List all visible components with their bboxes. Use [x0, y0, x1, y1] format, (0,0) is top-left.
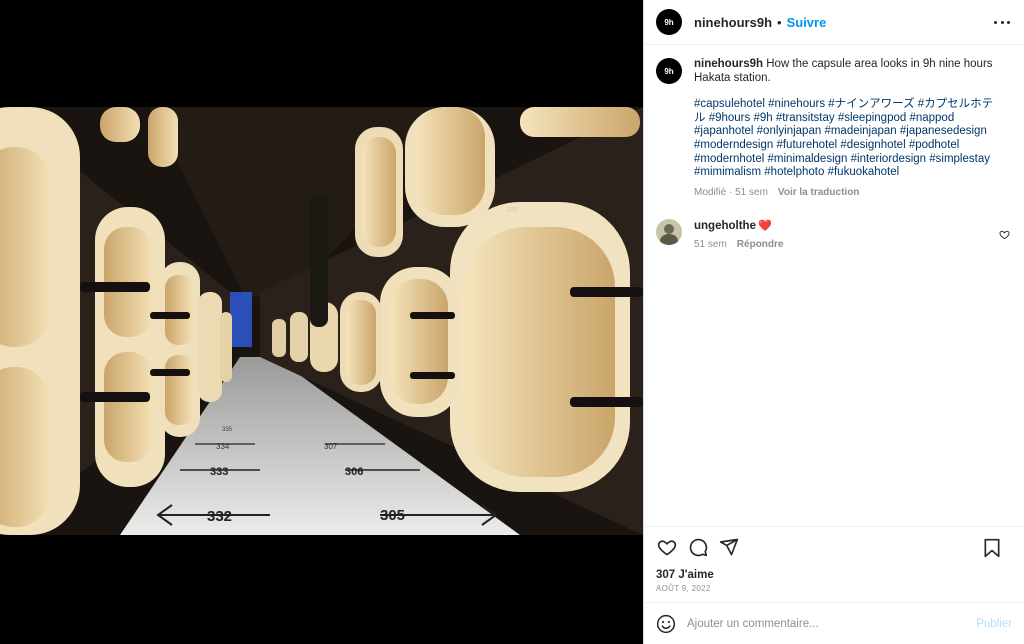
comments-section: 9h ninehours9h How the capsule area look…	[644, 46, 1024, 526]
instagram-post-modal: 332 305 333 306 334 307 335 305 9h nineh…	[0, 0, 1024, 644]
capsule-hotel-photo: 332 305 333 306 334 307 335 305	[0, 107, 643, 535]
caption-meta: Modifié · 51 sem Voir la traduction	[694, 186, 1004, 200]
caption-avatar[interactable]: 9h	[656, 58, 682, 84]
emoji-icon[interactable]	[656, 614, 676, 634]
comment-item: ungeholthe ❤️ 51 sem Répondre	[656, 219, 1012, 250]
floor-label-307: 307	[324, 442, 338, 451]
bookmark-icon[interactable]	[981, 537, 1003, 559]
wall-label-305: 305	[506, 207, 518, 214]
reply-button[interactable]: Répondre	[737, 239, 784, 250]
heart-icon[interactable]	[656, 536, 678, 558]
caption-body: ninehours9h How the capsule area looks i…	[694, 58, 1004, 199]
post-sidebar: 9h ninehours9h • Suivre 9h ninehours9h H…	[643, 0, 1024, 644]
translate-button[interactable]: Voir la traduction	[778, 186, 860, 200]
comment-time: 51 sem	[694, 239, 727, 251]
caption: 9h ninehours9h How the capsule area look…	[656, 58, 1012, 199]
comment-composer: Ajouter un commentaire... Publier	[644, 602, 1024, 644]
action-bar	[644, 526, 1024, 566]
floor-label-334: 334	[216, 442, 230, 451]
comment-body: ungeholthe ❤️ 51 sem Répondre	[694, 219, 783, 250]
more-icon[interactable]	[994, 14, 1010, 30]
comment-text: ❤️	[757, 220, 772, 233]
comment-like-icon[interactable]	[999, 227, 1010, 245]
comment-username[interactable]: ungeholthe	[694, 220, 756, 232]
share-icon[interactable]	[718, 536, 740, 558]
comment-input[interactable]: Ajouter un commentaire...	[687, 618, 976, 630]
post-photo[interactable]: 332 305 333 306 334 307 335 305	[0, 107, 643, 535]
floor-label-335: 335	[222, 427, 233, 433]
media-panel: 332 305 333 306 334 307 335 305	[0, 0, 643, 644]
floor-label-305: 305	[380, 507, 405, 524]
floor-label-332: 332	[207, 508, 232, 525]
post-header: 9h ninehours9h • Suivre	[644, 0, 1024, 45]
comment-icon[interactable]	[687, 536, 709, 558]
caption-username[interactable]: ninehours9h	[694, 58, 763, 70]
post-date: AOÛT 9, 2022	[656, 584, 711, 593]
comment-meta: 51 sem Répondre	[694, 239, 783, 250]
publish-button[interactable]: Publier	[976, 618, 1012, 630]
separator-dot: •	[777, 14, 782, 30]
caption-modified: Modifié · 51 sem	[694, 186, 768, 198]
avatar[interactable]: 9h	[656, 9, 682, 35]
comment-avatar[interactable]	[656, 219, 682, 246]
post-username[interactable]: ninehours9h	[694, 15, 772, 30]
floor-label-306: 306	[345, 466, 363, 478]
caption-hashtags[interactable]: #capsulehotel #ninehours #ナインアワーズ #カプセルホ…	[694, 98, 1004, 180]
follow-button[interactable]: Suivre	[787, 15, 827, 30]
floor-label-333: 333	[210, 466, 228, 478]
likes-count[interactable]: 307 J'aime	[656, 569, 714, 581]
